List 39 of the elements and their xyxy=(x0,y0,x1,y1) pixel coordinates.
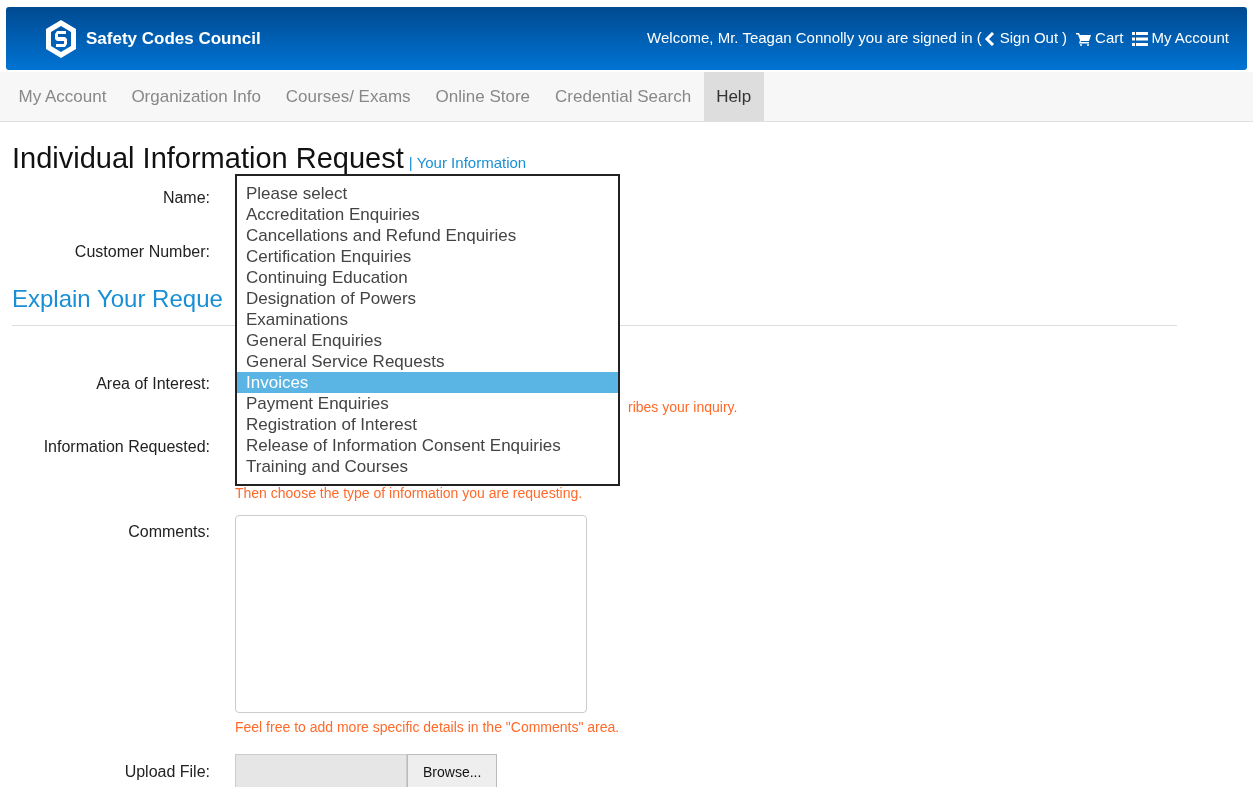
my-account-link[interactable]: My Account xyxy=(1132,27,1229,50)
dropdown-option[interactable]: Accreditation Enquiries xyxy=(237,204,618,225)
dropdown-option[interactable]: Release of Information Consent Enquiries xyxy=(237,435,618,456)
browse-button[interactable]: Browse... xyxy=(407,754,498,787)
cart-link[interactable]: Cart xyxy=(1076,27,1124,50)
logo-text: Safety Codes Council xyxy=(86,27,261,50)
dropdown-option[interactable]: Training and Courses xyxy=(237,456,618,477)
list-icon xyxy=(1132,31,1149,46)
section-heading: Explain Your Reque xyxy=(12,285,223,312)
field-label: Upload File: xyxy=(124,763,210,780)
hint-text: Then choose the type of information you are requesting. xyxy=(235,485,583,501)
sign-out-link[interactable]: Sign Out xyxy=(983,27,1059,50)
dropdown-option[interactable]: Examinations xyxy=(237,309,618,330)
dropdown-option[interactable]: General Enquiries xyxy=(237,330,618,351)
dropdown-option[interactable]: Certification Enquiries xyxy=(237,246,618,267)
field-label: Information Requested: xyxy=(43,438,210,455)
dropdown-option[interactable]: Designation of Powers xyxy=(237,288,618,309)
dropdown-option[interactable]: Payment Enquiries xyxy=(237,393,618,414)
field-label: Area of Interest: xyxy=(96,375,210,392)
hint-text: ribes your inquiry. xyxy=(628,399,738,415)
field-label: Comments: xyxy=(128,523,210,540)
field-label: Customer Number: xyxy=(74,243,210,260)
comments-field[interactable] xyxy=(235,515,587,713)
separator-text: | xyxy=(408,153,413,173)
hint-text: Feel free to add more specific details in the "Comments" area. xyxy=(235,718,620,737)
paren-text: ) xyxy=(1062,28,1068,49)
field-label: Name: xyxy=(162,189,210,206)
dropdown-option[interactable]: Continuing Education xyxy=(237,267,618,288)
file-field[interactable] xyxy=(235,754,407,787)
chevron-left-icon xyxy=(983,31,996,46)
dropdown-option[interactable]: General Service Requests xyxy=(237,351,618,372)
page-title: Individual Information Request xyxy=(12,142,404,174)
dropdown-option[interactable]: Cancellations and Refund Enquiries xyxy=(237,225,618,246)
nav-tab[interactable]: Help xyxy=(703,72,764,121)
dropdown-option[interactable]: Please select xyxy=(237,183,618,204)
welcome-text: Welcome, Mr. Teagan Connolly you are signed in ( xyxy=(647,28,982,49)
cart-icon xyxy=(1076,31,1092,46)
dropdown-option[interactable]: Registration of Interest xyxy=(237,414,618,435)
logo-icon xyxy=(44,18,78,59)
